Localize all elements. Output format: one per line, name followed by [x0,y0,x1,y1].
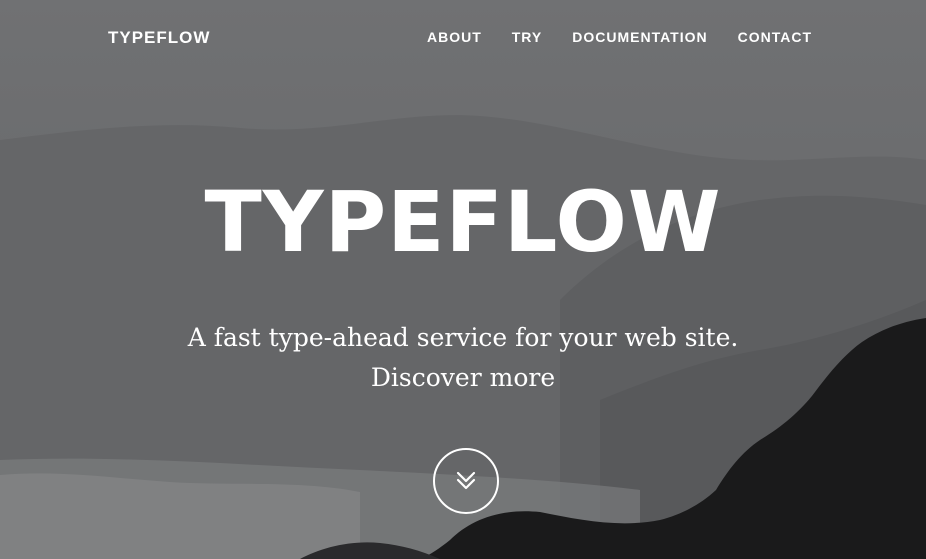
discover-more-link[interactable]: Discover more [0,358,926,398]
scroll-down-button[interactable] [433,448,499,514]
hero-title: TYPEFLOW [204,173,722,271]
nav-link-try[interactable]: TRY [512,29,542,45]
nav-links: ABOUT TRY DOCUMENTATION CONTACT [427,29,812,45]
nav-link-documentation[interactable]: DOCUMENTATION [572,29,707,45]
hero-tagline: A fast type-ahead service for your web s… [187,323,739,352]
brand-logo-link[interactable]: TYPEFLOW [108,28,210,48]
double-chevron-down-icon [456,471,476,490]
nav-link-about[interactable]: ABOUT [427,29,482,45]
nav-link-contact[interactable]: CONTACT [738,29,812,45]
top-navbar: TYPEFLOW ABOUT TRY DOCUMENTATION CONTACT [0,0,926,74]
hero-section: TYPEFLOW ABOUT TRY DOCUMENTATION CONTACT… [0,0,926,559]
